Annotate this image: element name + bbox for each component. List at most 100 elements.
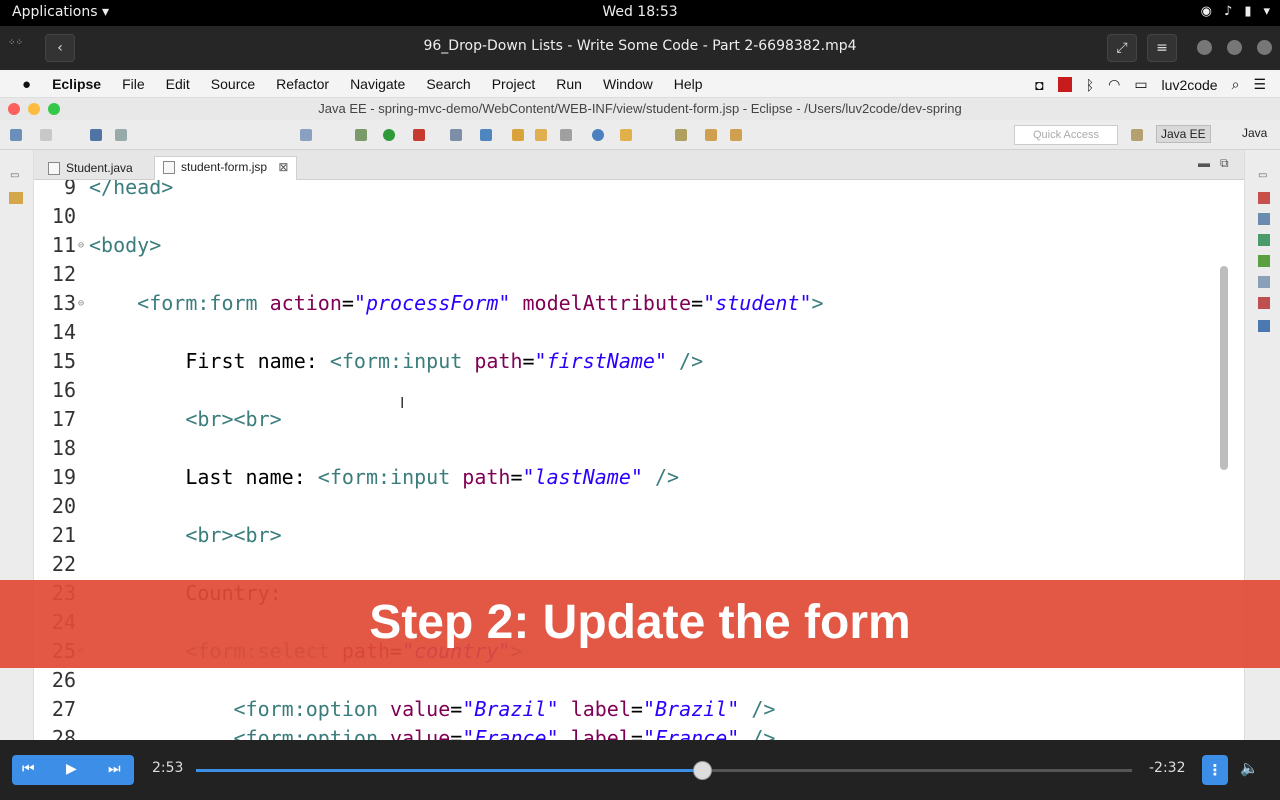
open-task-icon[interactable] bbox=[535, 129, 547, 141]
line-number: 28 bbox=[51, 726, 76, 740]
code-line[interactable]: 28 <form:option value="France" label="Fr… bbox=[34, 724, 1214, 740]
menu-button[interactable]: ≡ bbox=[1147, 34, 1177, 62]
open-type-icon[interactable] bbox=[512, 129, 524, 141]
code-line[interactable]: 17 <br><br> bbox=[34, 405, 1214, 434]
code-line[interactable]: 13 ⊖ <form:form action="processForm" mode… bbox=[34, 289, 1214, 318]
banner-text: Step 2: Update the form bbox=[369, 596, 911, 649]
annotation-icon[interactable] bbox=[620, 129, 632, 141]
forward-arrow-icon[interactable] bbox=[730, 129, 742, 141]
code-line[interactable]: 10 bbox=[34, 202, 1214, 231]
code-line[interactable]: 21 <br><br> bbox=[34, 521, 1214, 550]
menu-source[interactable]: Source bbox=[211, 76, 255, 93]
menu-edit[interactable]: Edit bbox=[166, 76, 190, 93]
progress-handle[interactable] bbox=[693, 761, 713, 780]
vertical-scrollbar[interactable] bbox=[1220, 266, 1228, 470]
servers-icon[interactable] bbox=[1258, 234, 1270, 246]
camera-icon[interactable]: ◘ bbox=[1035, 77, 1043, 93]
code-line[interactable]: 9 </head> bbox=[34, 180, 1214, 202]
code-line[interactable]: 20 bbox=[34, 492, 1214, 521]
data-source-icon[interactable] bbox=[1258, 255, 1270, 267]
menu-run[interactable]: Run bbox=[556, 76, 582, 93]
search-tool-icon[interactable] bbox=[560, 129, 572, 141]
menu-search[interactable]: Search bbox=[426, 76, 470, 93]
code-line[interactable]: 26 bbox=[34, 666, 1214, 695]
restore-icon[interactable]: ▭ bbox=[10, 170, 19, 181]
menu-project[interactable]: Project bbox=[492, 76, 536, 93]
perspective-java-ee[interactable]: Java EE bbox=[1156, 125, 1211, 143]
code-line[interactable]: 12 bbox=[34, 260, 1214, 289]
system-tray[interactable]: ◉ ♪ ▮ ▾ bbox=[1201, 4, 1270, 19]
debug-icon[interactable] bbox=[355, 129, 367, 141]
line-number: 27 bbox=[51, 697, 76, 721]
new-icon[interactable] bbox=[10, 129, 22, 141]
tab-student-form-jsp[interactable]: student-form.jsp ⊠ bbox=[154, 156, 298, 181]
code-line[interactable]: 18 bbox=[34, 434, 1214, 463]
format-icon[interactable] bbox=[300, 129, 312, 141]
quick-access-input[interactable]: Quick Access bbox=[1014, 125, 1118, 145]
maximize-button[interactable] bbox=[1227, 40, 1242, 55]
volume-icon[interactable]: 🔈 bbox=[1240, 759, 1259, 777]
apple-icon[interactable]: ● bbox=[22, 76, 31, 93]
minimize-button[interactable] bbox=[1197, 40, 1212, 55]
menu-refactor[interactable]: Refactor bbox=[276, 76, 329, 93]
outline-icon[interactable] bbox=[1258, 192, 1270, 204]
code-line[interactable]: 27 <form:option value="Brazil" label="Br… bbox=[34, 695, 1214, 724]
perspective-java[interactable]: Java bbox=[1242, 126, 1267, 140]
code-token: <br><br> bbox=[185, 407, 282, 431]
menu-file[interactable]: File bbox=[122, 76, 145, 93]
maximize-editor-icon[interactable]: ⧉ bbox=[1220, 156, 1229, 171]
external-tools-icon[interactable] bbox=[413, 129, 425, 141]
skip-forward-icon[interactable]: ⏭ bbox=[108, 761, 121, 777]
run-icon[interactable] bbox=[383, 129, 395, 141]
tab-student-java[interactable]: Student.java bbox=[40, 158, 141, 180]
code-token: > bbox=[811, 291, 824, 315]
skip-back-icon[interactable]: ⏮ bbox=[22, 761, 35, 777]
close-button[interactable] bbox=[1257, 40, 1272, 55]
list-icon[interactable]: ☰ bbox=[1253, 76, 1266, 93]
problems-icon[interactable] bbox=[1258, 297, 1270, 309]
code-line[interactable]: 22 bbox=[34, 550, 1214, 579]
fold-icon[interactable]: ⊖ bbox=[78, 231, 84, 260]
code-line[interactable]: 19 Last name: <form:input path="lastName… bbox=[34, 463, 1214, 492]
progress-track[interactable] bbox=[196, 769, 1132, 772]
recording-icon[interactable] bbox=[1057, 77, 1072, 92]
fullscreen-button[interactable]: ⤢ bbox=[1107, 34, 1137, 62]
menu-navigate[interactable]: Navigate bbox=[350, 76, 405, 93]
task-list-icon[interactable] bbox=[1258, 213, 1270, 225]
package-explorer-icon[interactable] bbox=[9, 192, 23, 204]
skip-breakpoints-icon[interactable] bbox=[115, 129, 127, 141]
code-line[interactable]: 16 bbox=[34, 376, 1214, 405]
bluetooth-icon[interactable]: ᛒ bbox=[1086, 77, 1094, 93]
menu-help[interactable]: Help bbox=[674, 76, 703, 93]
wifi-icon[interactable]: ◠ bbox=[1108, 76, 1120, 93]
menu-window[interactable]: Window bbox=[603, 76, 653, 93]
new-server-icon[interactable] bbox=[450, 129, 462, 141]
snippets-icon[interactable] bbox=[1258, 276, 1270, 288]
code-line[interactable]: 14 bbox=[34, 318, 1214, 347]
open-perspective-icon[interactable] bbox=[1131, 129, 1143, 141]
console-view-icon[interactable] bbox=[1258, 320, 1270, 332]
minimize-editor-icon[interactable]: ▬ bbox=[1198, 156, 1210, 170]
back-arrow-icon[interactable] bbox=[705, 129, 717, 141]
browser-icon[interactable] bbox=[592, 129, 604, 141]
close-tab-icon[interactable]: ⊠ bbox=[278, 160, 288, 174]
console-icon[interactable] bbox=[90, 129, 102, 141]
code-line[interactable]: 15 First name: <form:input path="firstNa… bbox=[34, 347, 1214, 376]
web-service-icon[interactable] bbox=[480, 129, 492, 141]
play-icon[interactable]: ▶ bbox=[66, 761, 77, 777]
eclipse-toolbar: Quick Access Java EE Java bbox=[0, 120, 1280, 150]
fold-icon[interactable]: ⊖ bbox=[78, 289, 84, 318]
search-icon[interactable]: ⌕ bbox=[1232, 76, 1240, 93]
system-clock[interactable]: Wed 18:53 bbox=[0, 4, 1280, 20]
restore-icon[interactable]: ▭ bbox=[1258, 170, 1267, 181]
battery-icon[interactable]: ▭ bbox=[1134, 76, 1147, 93]
last-edit-icon[interactable] bbox=[675, 129, 687, 141]
code-line[interactable]: 11 ⊖ <body> bbox=[34, 231, 1214, 260]
player-menu-button[interactable]: ⋮ bbox=[1202, 755, 1228, 785]
user-name[interactable]: luv2code bbox=[1162, 77, 1218, 93]
code-token: Last name: bbox=[89, 465, 318, 489]
menu-eclipse[interactable]: Eclipse bbox=[52, 76, 101, 93]
save-icon[interactable] bbox=[40, 129, 52, 141]
